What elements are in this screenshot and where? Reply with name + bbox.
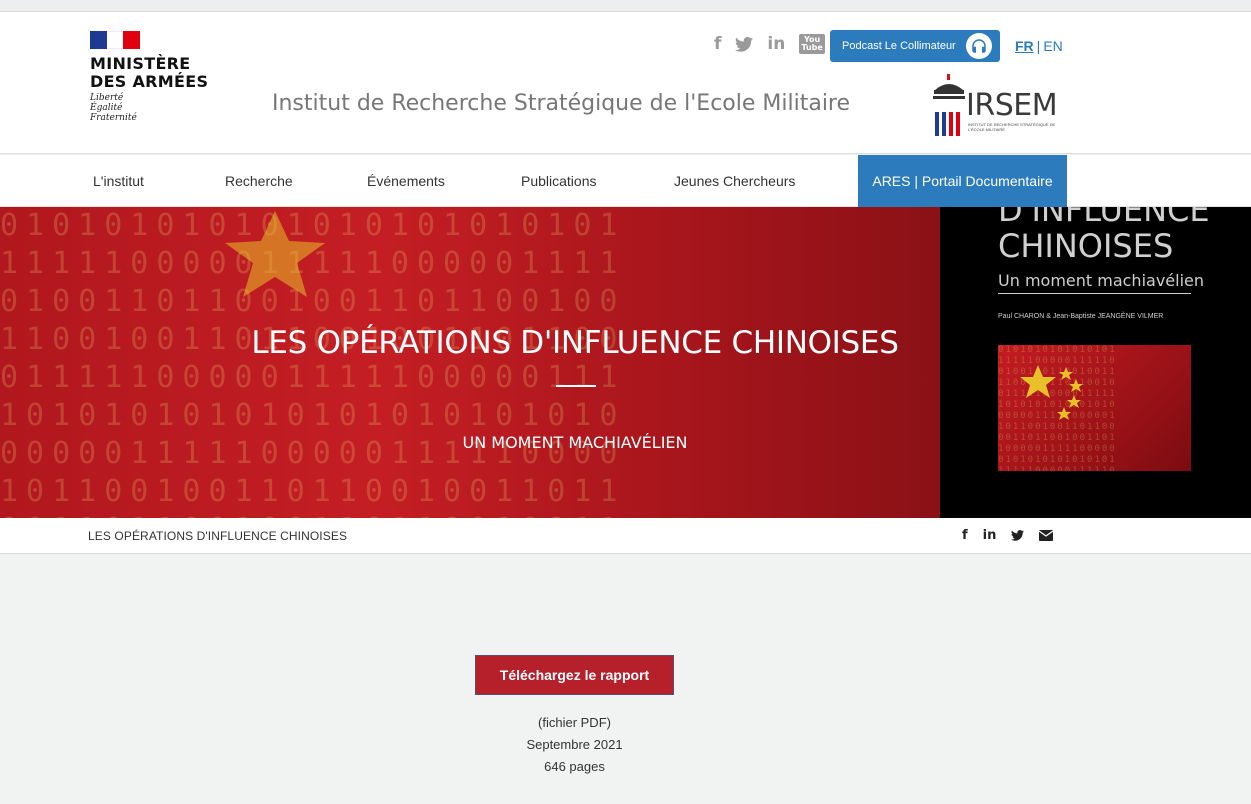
ministere-des-armees-logo[interactable]: MINISTÈRE DES ARMÉES Liberté Égalité Fra…: [90, 31, 220, 123]
motto-egalite: Égalité: [90, 103, 123, 113]
cover-stars-icon: [1020, 365, 1083, 420]
hero-banner: 010101010101010101010101 111110000011111…: [0, 207, 1251, 518]
irsem-building-icon: [933, 74, 965, 136]
main-nav: L'institut Recherche Événements Publicat…: [0, 155, 1251, 207]
facebook-icon[interactable]: f: [714, 34, 721, 54]
french-flag-icon: [90, 31, 140, 49]
nav-item-evenements[interactable]: Événements: [367, 155, 445, 207]
lang-separator: |: [1036, 38, 1041, 54]
cover-authors: Paul CHARON & Jean-Baptiste JEANGÈNE VIL…: [998, 313, 1164, 320]
motto-liberte: Liberté: [90, 93, 124, 103]
share-linkedin-icon[interactable]: in: [983, 528, 997, 543]
youtube-icon[interactable]: You Tube: [799, 34, 825, 54]
podcast-label: Podcast Le Collimateur: [842, 40, 956, 52]
nav-item-recherche[interactable]: Recherche: [225, 155, 293, 207]
breadcrumb-bar: LES OPÉRATIONS D'INFLUENCE CHINOISES f i…: [0, 518, 1251, 554]
chinese-flag-star-icon: [225, 211, 325, 297]
cover-title-line1: D'INFLUENCE: [998, 207, 1210, 229]
irsem-wordmark: IRSEM: [966, 88, 1058, 123]
binary-digits-decoration: 010101010101010101010101 111110000011111…: [0, 208, 626, 518]
download-report-button[interactable]: Téléchargez le rapport: [475, 655, 674, 695]
social-links: f in You Tube: [714, 34, 839, 54]
share-facebook-icon[interactable]: f: [962, 528, 968, 543]
download-format: (fichier PDF): [538, 715, 611, 730]
lang-en[interactable]: EN: [1043, 38, 1062, 54]
twitter-icon[interactable]: [735, 36, 754, 52]
irsem-subtitle: INSTITUT DE RECHERCHE STRATÉGIQUE DE L'É…: [968, 122, 1056, 132]
ministry-name-line1: MINISTÈRE: [90, 54, 191, 73]
share-links: f in: [962, 528, 1068, 543]
site-header: MINISTÈRE DES ARMÉES Liberté Égalité Fra…: [0, 12, 1251, 154]
nav-item-publications[interactable]: Publications: [521, 155, 597, 207]
headphones-icon: [966, 33, 992, 59]
share-email-icon[interactable]: [1039, 530, 1054, 541]
language-switcher: FR | EN: [1015, 38, 1063, 54]
download-pages: 646 pages: [544, 759, 605, 774]
browser-top-strip: [0, 0, 1251, 12]
cover-subtitle: Un moment machiavélien: [998, 271, 1204, 294]
lang-fr[interactable]: FR: [1015, 38, 1034, 54]
youtube-tube: Tube: [801, 43, 823, 52]
motto-fraternite: Fraternité: [90, 113, 137, 123]
podcast-button[interactable]: Podcast Le Collimateur: [830, 30, 1000, 62]
hero-divider: [556, 385, 596, 387]
linkedin-icon[interactable]: in: [767, 34, 785, 54]
book-cover: D'INFLUENCE CHINOISES Un moment machiavé…: [940, 207, 1251, 518]
nav-item-ares-portail[interactable]: ARES | Portail Documentaire: [858, 155, 1067, 207]
share-twitter-icon[interactable]: [1011, 530, 1025, 541]
cover-title-line2: CHINOISES: [998, 227, 1174, 265]
nav-item-jeunes-chercheurs[interactable]: Jeunes Chercheurs: [674, 155, 795, 207]
cover-flag-image: 0101010101010101 1111100000111110 010011…: [998, 345, 1191, 471]
breadcrumb-current: LES OPÉRATIONS D'INFLUENCE CHINOISES: [88, 529, 348, 543]
nav-item-institut[interactable]: L'institut: [93, 155, 144, 207]
site-title[interactable]: Institut de Recherche Stratégique de l'E…: [272, 91, 850, 116]
download-date: Septembre 2021: [526, 737, 623, 752]
ministry-name-line2: DES ARMÉES: [90, 72, 209, 91]
irsem-logo[interactable]: IRSEM INSTITUT DE RECHERCHE STRATÉGIQUE …: [932, 74, 1062, 138]
